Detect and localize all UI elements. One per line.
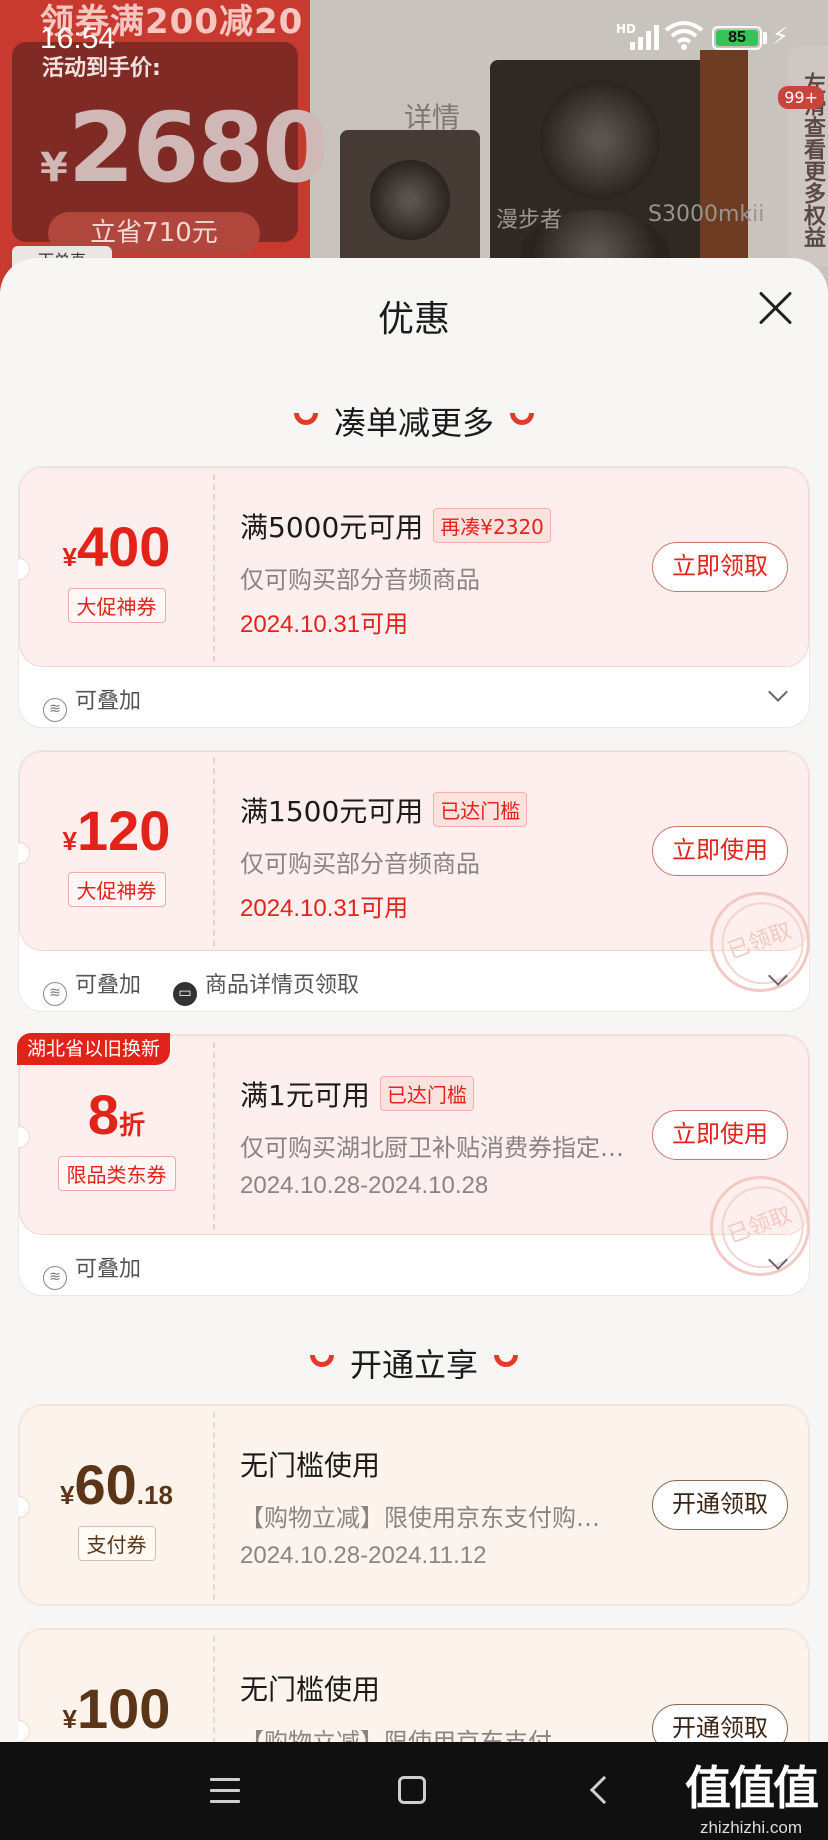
status-time: 16:54 [40, 22, 116, 55]
close-icon[interactable] [756, 288, 796, 328]
region-ribbon: 湖北省以旧换新 [17, 1033, 171, 1065]
model-text: S3000mkii [648, 202, 765, 227]
system-nav-bar: 值值值 zhizhizhi.com [0, 1742, 828, 1840]
smile-deco-icon [510, 413, 534, 425]
claim-button[interactable]: 立即领取 [652, 542, 788, 592]
section-title: 开通立享 [0, 1340, 828, 1386]
benefits-badge: 99+ [778, 86, 824, 109]
coupon-type-tag: 大促神券 [67, 872, 166, 907]
coupon-type-tag: 限品类东券 [57, 1156, 176, 1191]
coupon-body: ¥100 无门槛使用 【购物立减】限使用京东支付，核销指定商品 开通领取 [18, 1629, 809, 1742]
coupon-condition: 满1500元可用 已达门槛 [240, 790, 528, 830]
coupon-desc: 仅可购买部分音频商品 [240, 850, 480, 878]
stackable-label: ≋ 可叠加 [43, 1251, 141, 1290]
tag-area: 支付券 [20, 1406, 213, 1606]
status-bar: 16:54 HD 85 ⚡ [0, 0, 828, 70]
dashed-divider [213, 1636, 215, 1742]
condition-badge: 已达门槛 [433, 792, 528, 827]
coupon-condition: 无门槛使用 [240, 1673, 381, 1706]
battery-icon: 85 [712, 26, 762, 50]
chevron-down-icon[interactable] [768, 1250, 788, 1270]
smile-deco-icon [494, 1355, 518, 1367]
charging-icon: ⚡ [772, 22, 789, 50]
coupon-body: ¥120 大促神券 满1500元可用 已达门槛 仅可购买部分音频商品 2024.1… [18, 751, 825, 1007]
coupon-desc: 仅可购买湖北厨卫补贴消费券指定商品 [240, 1134, 640, 1162]
tag-area: 大促神券 [20, 468, 213, 668]
coupon-body: ¥60.18 支付券 无门槛使用 【购物立减】限使用京东支付购买指定商品 202… [18, 1405, 809, 1606]
condition-badge: 已达门槛 [379, 1076, 474, 1111]
condition-badge: 再凑¥2320 [433, 508, 551, 543]
coupon-footer[interactable]: ≋ 可叠加 [19, 1235, 809, 1295]
home-icon[interactable] [398, 1776, 426, 1804]
signal-icon [630, 25, 659, 50]
price-card: 活动到手价: ¥2680 立省710元 [12, 42, 329, 254]
more-benefits-tab: 左滑查看更多权益 [788, 46, 828, 266]
sheet-title: 优惠 [377, 299, 450, 340]
coupon-date: 2024.10.28-2024.11.12 [240, 1542, 487, 1569]
activate-claim-button[interactable]: 开通领取 [652, 1704, 788, 1742]
coupon-footer[interactable]: ≋ 可叠加 ▭ 商品详情页领取 [19, 951, 809, 1011]
coupon-card: ¥400 大促神券 满5000元可用 再凑¥2320 仅可购买部分音频商品 202… [18, 466, 810, 728]
wifi-icon [664, 21, 704, 50]
dashed-divider [213, 474, 215, 662]
coupon-amount: ¥100 [62, 1677, 171, 1740]
detail-page-claim-label: ▭ 商品详情页领取 [173, 967, 359, 1006]
coupon-desc: 【购物立减】限使用京东支付，核销指定商品 [240, 1728, 610, 1742]
battery-level: 85 [716, 30, 758, 46]
battery-tip [763, 32, 767, 44]
activity-price: ¥2680 [40, 92, 329, 204]
coupon-card: 8折 限品类东券 满1元可用 已达门槛 仅可购买湖北厨卫补贴消费券指定商品 202… [17, 1033, 825, 1296]
use-now-button[interactable]: 立即使用 [652, 1110, 788, 1160]
coupon-condition: 满1元可用 已达门槛 [240, 1074, 474, 1114]
coupon-desc: 仅可购买部分音频商品 [240, 566, 480, 594]
coupon-condition: 无门槛使用 [240, 1449, 381, 1482]
brand-text: 漫步者 [496, 208, 563, 233]
stack-icon: ≋ [43, 1266, 67, 1290]
tag-area: 大促神券 [20, 752, 213, 952]
use-now-button[interactable]: 立即使用 [652, 826, 788, 876]
ticket-icon: ▭ [173, 982, 197, 1006]
coupon-footer[interactable]: ≋ 可叠加 [19, 667, 809, 727]
activate-claim-button[interactable]: 开通领取 [652, 1480, 788, 1530]
coupon-date: 2024.10.28-2024.10.28 [240, 1172, 489, 1199]
discount-sheet: 优惠 凑单减更多 ¥400 大促神券 满5000元可用 再凑¥2320 仅可购买部… [0, 258, 828, 1742]
chevron-down-icon[interactable] [768, 966, 788, 986]
stack-icon: ≋ [43, 982, 67, 1006]
stack-icon: ≋ [43, 698, 67, 722]
coupon-condition: 满5000元可用 再凑¥2320 [240, 506, 551, 546]
coupon-type-tag: 大促神券 [67, 588, 166, 623]
coupon-date: 2024.10.31可用 [240, 895, 409, 922]
coupon-body: 8折 限品类东券 满1元可用 已达门槛 仅可购买湖北厨卫补贴消费券指定商品 202… [18, 1035, 825, 1291]
coupon-card: ¥100 无门槛使用 【购物立减】限使用京东支付，核销指定商品 开通领取 [18, 1628, 810, 1742]
tag-area: 限品类东券 [20, 1036, 213, 1236]
recent-apps-icon[interactable] [210, 1778, 240, 1804]
coupon-body: ¥400 大促神券 满5000元可用 再凑¥2320 仅可购买部分音频商品 202… [18, 467, 809, 668]
watermark-url: zhizhizhi.com [699, 1818, 803, 1837]
chevron-down-icon[interactable] [768, 682, 788, 702]
back-icon[interactable] [589, 1775, 619, 1805]
coupon-date: 2024.10.31可用 [240, 611, 409, 638]
stackable-label: ≋ 可叠加 [43, 967, 141, 1006]
watermark: 值值值 zhizhizhi.com [676, 1752, 826, 1838]
dashed-divider [213, 1412, 215, 1600]
section-title: 凑单减更多 [0, 398, 828, 444]
stackable-label: ≋ 可叠加 [43, 683, 141, 722]
coupon-type-tag: 支付券 [77, 1526, 156, 1561]
coupon-card: ¥60.18 支付券 无门槛使用 【购物立减】限使用京东支付购买指定商品 202… [18, 1404, 810, 1606]
coupon-card: ¥120 大促神券 满1500元可用 已达门槛 仅可购买部分音频商品 2024.1… [18, 750, 825, 1012]
coupon-desc: 【购物立减】限使用京东支付购买指定商品 [240, 1504, 610, 1532]
smile-deco-icon [293, 413, 318, 425]
dashed-divider [213, 758, 215, 946]
dashed-divider [213, 1042, 215, 1230]
watermark-logo: 值值值 [685, 1761, 819, 1815]
smile-deco-icon [309, 1355, 334, 1367]
